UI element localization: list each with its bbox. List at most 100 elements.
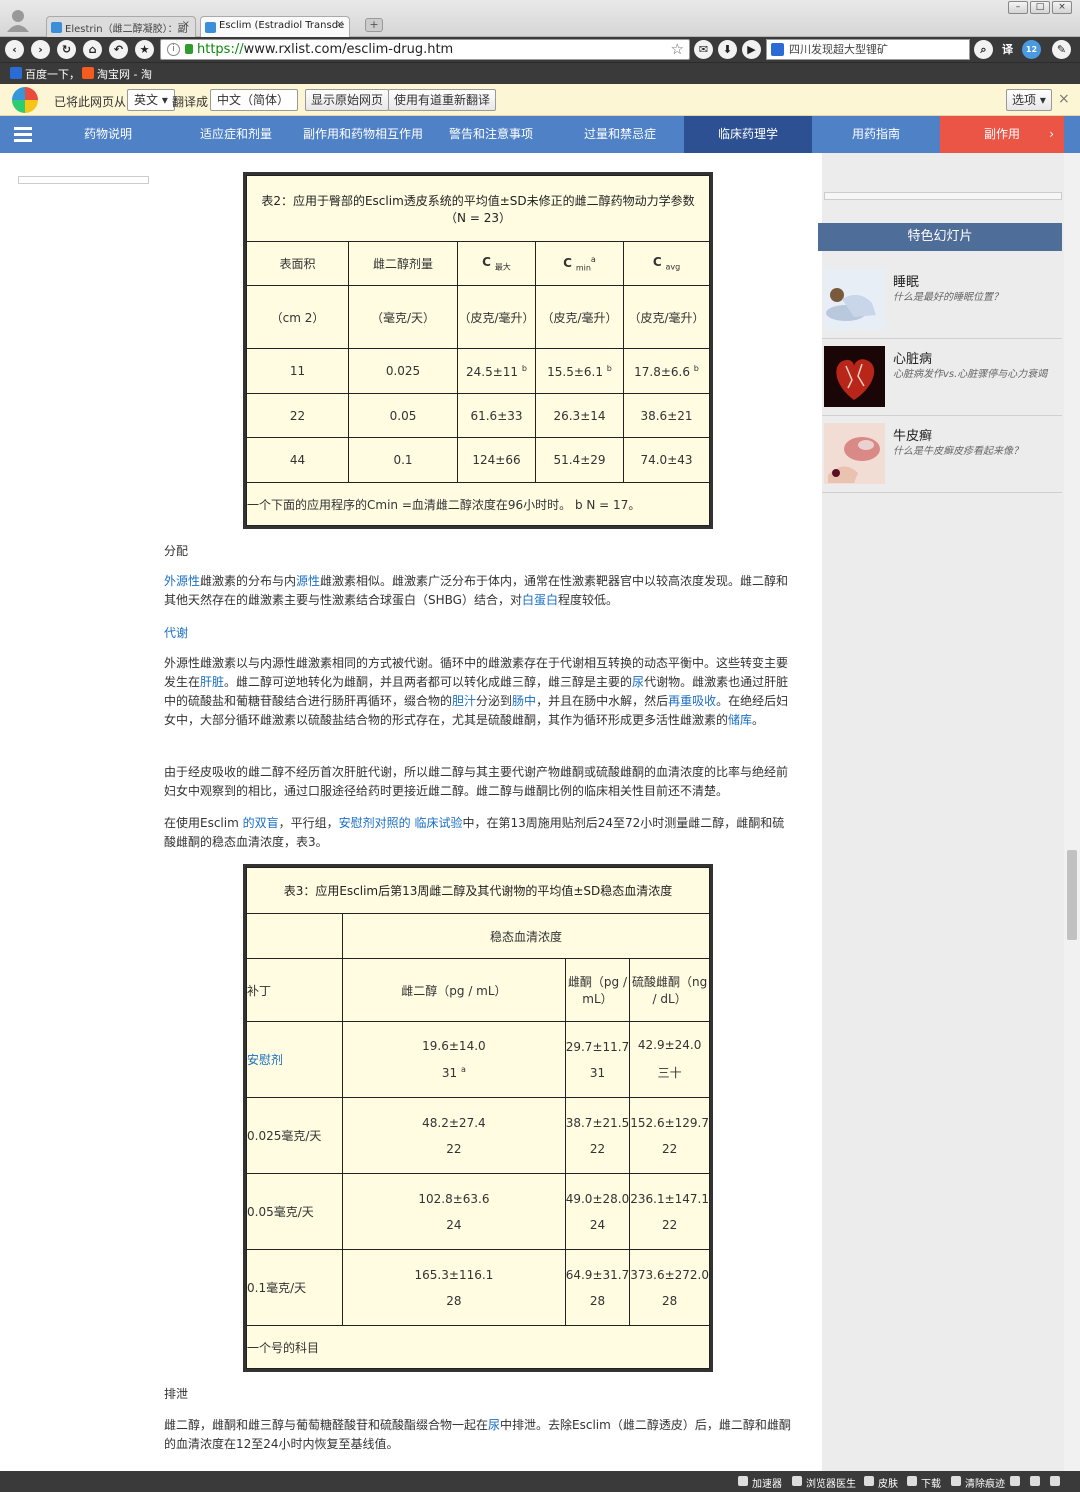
nav-side-effects[interactable]: 副作用 › <box>940 116 1064 153</box>
tab-close-icon[interactable]: × <box>182 19 190 30</box>
maximize-button[interactable]: □ <box>1030 1 1050 14</box>
nav-clinical-pharmacology[interactable]: 临床药理学 <box>684 116 812 153</box>
download-arrow-icon[interactable]: ⬇ <box>718 40 737 59</box>
mail-icon[interactable]: ✉ <box>694 40 713 59</box>
psoriasis-thumbnail-image[interactable] <box>824 423 885 484</box>
search-input[interactable]: 四川发现超大型锂矿 <box>766 39 970 60</box>
table-cell: 44 <box>246 437 349 483</box>
table-cell: 26.3±14 <box>535 393 624 438</box>
metabolism-heading-link[interactable]: 代谢 <box>164 624 188 641</box>
favorites-star-icon[interactable]: ★ <box>135 40 154 59</box>
nav-indications-dosage[interactable]: 适应症和剂量 <box>172 116 300 153</box>
back-icon[interactable]: ‹ <box>5 40 24 59</box>
status-bar: 加速器 浏览器医生 皮肤 下载 清除痕迹 <box>0 1471 1080 1492</box>
show-original-button[interactable]: 显示原始网页 <box>305 89 390 111</box>
slide-sleep[interactable]: 睡眠 什么是最好的睡眠位置？ <box>822 267 1062 339</box>
link-reservoir[interactable]: 储库 <box>728 713 752 727</box>
browser-doctor-button[interactable]: 浏览器医生 <box>792 1475 856 1490</box>
table-row: 0.025毫克/天 48.2±27.4 22 38.7±21.5 22 152.6±… <box>245 1097 710 1174</box>
table-row: 44 0.1 124±66 51.4±29 74.0±43 <box>246 437 710 483</box>
bookmark-taobao[interactable]: 淘宝网 - 淘 <box>82 66 152 82</box>
close-translate-icon[interactable]: × <box>1058 91 1070 107</box>
nav-warnings-precautions[interactable]: 警告和注意事项 <box>426 116 556 153</box>
retranslate-button[interactable]: 使用有道重新翻译 <box>388 89 497 111</box>
slide-title[interactable]: 牛皮癣 <box>893 425 932 444</box>
broom-icon <box>951 1476 961 1486</box>
sleep-thumbnail-image[interactable] <box>824 269 885 330</box>
tab-close-icon[interactable]: × <box>336 19 344 30</box>
slide-title[interactable]: 睡眠 <box>893 271 919 290</box>
info-icon[interactable]: i <box>167 43 180 56</box>
link-liver[interactable]: 肝脏 <box>200 675 224 689</box>
table-cell: 0.05毫克/天 <box>245 1173 344 1250</box>
table-cell: 0.05 <box>348 393 458 438</box>
link-bile[interactable]: 胆汁 <box>452 694 476 708</box>
close-window-button[interactable]: × <box>1052 1 1072 14</box>
translate-icon[interactable]: 译 <box>998 40 1017 59</box>
undo-icon[interactable]: ↶ <box>109 40 128 59</box>
search-icon[interactable]: ⌕ <box>974 40 993 59</box>
slide-description: 什么是最好的睡眠位置？ <box>893 292 1003 303</box>
table-unit: （皮克/毫升） <box>535 285 624 349</box>
target-language-select[interactable]: 中文（简体） ▾ <box>210 89 298 127</box>
link-urine[interactable]: 尿 <box>488 1418 500 1432</box>
options-button[interactable]: 选项 ▾ <box>1006 89 1052 111</box>
link-placebo[interactable]: 安慰剂 <box>247 1053 283 1067</box>
nav-overdose-contraindications[interactable]: 过量和禁忌症 <box>556 116 684 153</box>
address-bar[interactable]: i https://www.rxlist.com/esclim-drug.htm… <box>160 39 690 60</box>
baidu-paw-icon <box>771 43 784 56</box>
table-3: 表3：应用Esclim后第13周雌二醇及其代谢物的平均值±SD稳态血清浓度 稳态… <box>243 864 713 1372</box>
notification-badge[interactable]: 12 <box>1022 40 1041 59</box>
refresh-icon[interactable]: ↻ <box>57 40 76 59</box>
download-button[interactable]: 下载 <box>907 1475 941 1490</box>
source-language-select[interactable]: 英文 ▾ <box>127 89 175 111</box>
forward-icon[interactable]: › <box>31 40 50 59</box>
link-clinical-trial[interactable]: 临床试验 <box>414 816 462 830</box>
menu-hamburger-icon[interactable] <box>14 127 32 142</box>
bookmark-label: 百度一下， <box>25 68 80 81</box>
tab-elestrin[interactable]: Elestrin（雌二醇凝胶）：副 × <box>46 16 196 37</box>
link-double-blind[interactable]: 的双盲 <box>243 816 279 830</box>
search-text: 四川发现超大型锂矿 <box>789 43 888 56</box>
link-intestine[interactable]: 肠中 <box>512 694 536 708</box>
user-avatar-icon[interactable] <box>6 8 30 32</box>
excretion-heading: 排泄 <box>164 1387 189 1401</box>
play-icon[interactable]: ▶ <box>742 40 761 59</box>
accelerator-button[interactable]: 加速器 <box>738 1475 782 1490</box>
table-cell: 0.025毫克/天 <box>245 1097 344 1174</box>
tab-esclim[interactable]: Esclim (Estradiol Transde × <box>200 16 350 37</box>
nav-side-effects-interactions[interactable]: 副作用和药物相互作用 <box>300 116 426 153</box>
link-urine[interactable]: 尿 <box>632 675 644 689</box>
table-header: 雌二醇剂量 <box>348 241 458 286</box>
translate-prefix: 已将此网页从 <box>54 95 127 109</box>
slide-psoriasis[interactable]: 牛皮癣 什么是牛皮癣皮疹看起来像？ <box>822 421 1062 493</box>
scrollbar-thumb[interactable] <box>1067 850 1077 940</box>
table-unit: （毫克/天） <box>348 285 458 349</box>
chevron-right-icon[interactable]: › <box>1049 116 1054 153</box>
nav-drug-description[interactable]: 药物说明 <box>44 116 172 153</box>
nav-medication-guide[interactable]: 用药指南 <box>812 116 940 153</box>
bookmark-star-icon[interactable]: ☆ <box>671 40 684 59</box>
vertical-scrollbar[interactable] <box>1064 153 1080 1471</box>
slide-title[interactable]: 心脏病 <box>893 348 932 367</box>
new-tab-button[interactable]: + <box>365 18 383 32</box>
doctor-icon <box>792 1476 802 1486</box>
nav-side-effects-label: 副作用 <box>983 127 1020 141</box>
settings-wrench-icon[interactable]: ✎ <box>1052 40 1071 59</box>
minimize-button[interactable]: – <box>1008 1 1028 14</box>
heart-thumbnail-image[interactable] <box>824 346 885 407</box>
link-albumin[interactable]: 白蛋白 <box>522 593 558 607</box>
slide-heart-disease[interactable]: 心脏病 心脏病发作vs.心脏骤停与心力衰竭 <box>822 344 1062 416</box>
table-cell: 19.6±14.0 31 a <box>342 1021 566 1098</box>
home-icon[interactable]: ⌂ <box>83 40 102 59</box>
link-reabsorption[interactable]: 再重吸收 <box>668 694 716 708</box>
link-endogenous[interactable]: 源性 <box>296 574 320 588</box>
clear-traces-button[interactable]: 清除痕迹 <box>951 1475 1005 1490</box>
skin-button[interactable]: 皮肤 <box>864 1475 898 1490</box>
skin-icon <box>864 1476 874 1486</box>
table-cell: 38.6±21 <box>623 393 710 438</box>
table-header: C mina <box>535 241 624 286</box>
link-exogenous[interactable]: 外源性 <box>164 574 200 588</box>
bookmark-baidu[interactable]: 百度一下， <box>10 66 80 82</box>
link-placebo-controlled[interactable]: 安慰剂对照的 <box>339 816 411 830</box>
